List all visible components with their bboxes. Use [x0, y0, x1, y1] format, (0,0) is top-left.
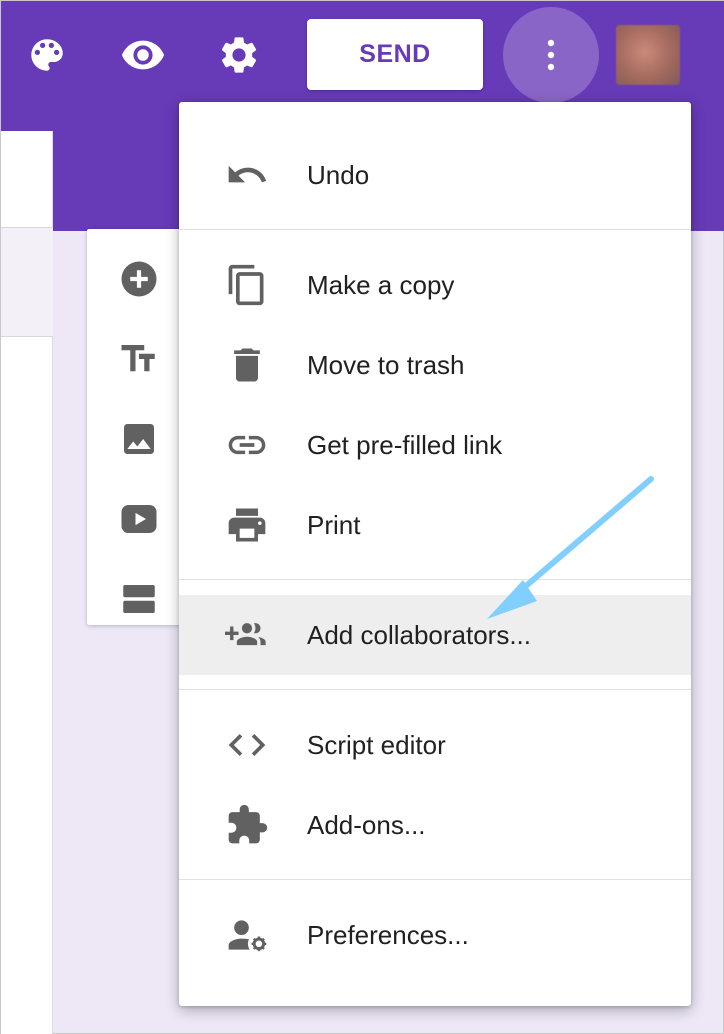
menu-item-script-editor[interactable]: Script editor	[179, 705, 691, 785]
menu-item-move-to-trash[interactable]: Move to trash	[179, 325, 691, 405]
more-vert-icon[interactable]	[503, 7, 599, 103]
menu-item-label: Undo	[307, 160, 370, 190]
add-people-icon	[225, 613, 269, 657]
section-icon[interactable]	[115, 575, 163, 623]
copy-icon	[225, 263, 269, 307]
menu-item-label: Print	[307, 510, 361, 540]
card-divider	[1, 227, 53, 337]
link-icon	[225, 423, 269, 467]
menu-item-label: Add collaborators...	[307, 620, 532, 650]
more-options-menu: Undo Make a copy Move to trash Get pre-f…	[179, 102, 691, 1006]
person-settings-icon	[225, 913, 269, 957]
gear-icon[interactable]	[215, 31, 263, 79]
form-card-edge	[1, 131, 53, 1034]
menu-divider	[179, 879, 691, 880]
palette-icon[interactable]	[23, 31, 71, 79]
menu-item-label: Make a copy	[307, 270, 455, 300]
add-circle-icon[interactable]	[115, 255, 163, 303]
send-button[interactable]: SEND	[307, 19, 483, 90]
menu-item-label: Script editor	[307, 730, 446, 760]
menu-item-make-a-copy[interactable]: Make a copy	[179, 245, 691, 325]
image-icon[interactable]	[115, 415, 163, 463]
menu-item-get-pre-filled-link[interactable]: Get pre-filled link	[179, 405, 691, 485]
undo-icon	[225, 153, 269, 197]
menu-item-label: Add-ons...	[307, 810, 426, 840]
video-icon[interactable]	[115, 495, 163, 543]
menu-item-label: Preferences...	[307, 920, 469, 950]
menu-item-label: Get pre-filled link	[307, 430, 503, 460]
menu-item-add-collaborators[interactable]: Add collaborators...	[179, 595, 691, 675]
menu-divider	[179, 229, 691, 230]
eye-icon[interactable]	[119, 31, 167, 79]
avatar[interactable]	[616, 25, 680, 85]
menu-item-preferences[interactable]: Preferences...	[179, 895, 691, 975]
trash-icon	[225, 343, 269, 387]
menu-divider	[179, 579, 691, 580]
code-icon	[225, 723, 269, 767]
menu-item-print[interactable]: Print	[179, 485, 691, 565]
menu-item-add-ons[interactable]: Add-ons...	[179, 785, 691, 865]
text-size-icon[interactable]	[115, 335, 163, 383]
print-icon	[225, 503, 269, 547]
puzzle-icon	[225, 803, 269, 847]
menu-item-undo[interactable]: Undo	[179, 135, 691, 215]
menu-divider	[179, 689, 691, 690]
menu-item-label: Move to trash	[307, 350, 465, 380]
